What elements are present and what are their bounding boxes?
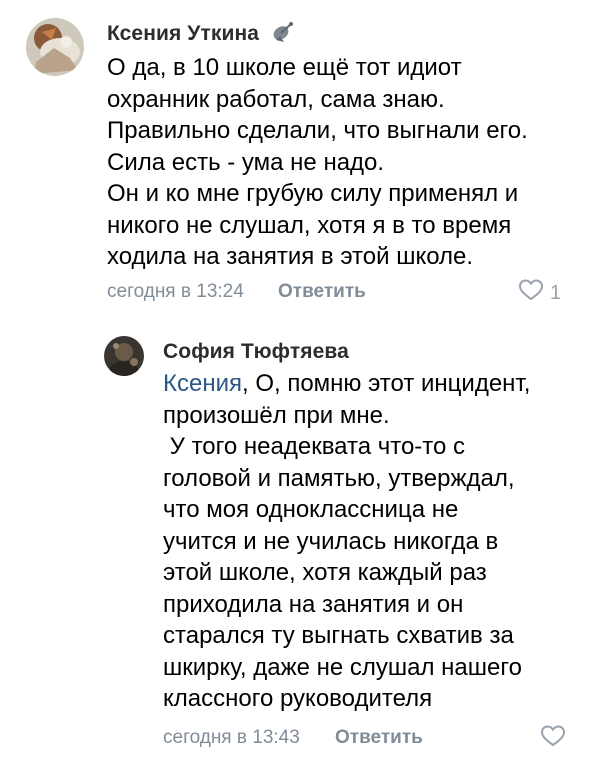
comment-line: этой школе, хотя каждый раз bbox=[163, 559, 487, 586]
comment-line: шкирку, даже не слушал нашего bbox=[163, 653, 522, 681]
comment-line: О да, в 10 школе ещё тот идиот bbox=[107, 54, 462, 81]
comment-line: что моя одноклассница не bbox=[163, 496, 459, 523]
mention-link[interactable]: Ксения bbox=[163, 370, 242, 397]
like-count: 1 bbox=[550, 281, 562, 304]
comment-line: произошёл при мне. bbox=[163, 401, 390, 429]
comment-line: приходила на занятия и он bbox=[163, 590, 464, 618]
comment-line: Сила есть - ума не надо. bbox=[107, 148, 385, 176]
comment-line: классного руководителя bbox=[163, 685, 433, 712]
heart-icon bbox=[518, 278, 544, 308]
reply-button[interactable]: Ответить bbox=[278, 281, 366, 303]
satellite-icon bbox=[270, 18, 296, 49]
comment-line: охранник работал, сама знаю. bbox=[107, 85, 445, 113]
comment-line: старался ту выгнать схватив за bbox=[163, 622, 514, 649]
comment-line: никого не слушал, хотя я в то время bbox=[107, 211, 512, 239]
comment-line-rest: , О, помню этот инцидент, bbox=[241, 370, 531, 397]
comment-1: Ксения Уткина О да, в 10 школе ещё тот и… bbox=[0, 0, 590, 310]
comment-line: Правильно сделали, что выгнали его. bbox=[107, 117, 528, 144]
avatar[interactable] bbox=[104, 336, 144, 376]
comment-line: учится и не училась никогда в bbox=[163, 527, 499, 555]
comment-line: ходила на занятия в этой школе. bbox=[107, 243, 474, 270]
comment-line: У того неадеквата что-то с bbox=[163, 433, 466, 460]
comment-text: О да, в 10 школе ещё тот идиот охранник … bbox=[107, 52, 528, 273]
comment-timestamp: сегодня в 13:24 bbox=[107, 281, 244, 302]
comment-line: Он и ко мне грубую силу применял и bbox=[107, 180, 519, 207]
comment-timestamp: сегодня в 13:43 bbox=[163, 727, 300, 748]
comment-author[interactable]: Ксения Уткина bbox=[107, 22, 259, 46]
like-button[interactable] bbox=[540, 724, 572, 754]
reply-button[interactable]: Ответить bbox=[335, 727, 423, 749]
comment-line: головой и памятью, утверждал, bbox=[163, 464, 515, 492]
avatar[interactable] bbox=[26, 18, 84, 76]
comment-text: Ксения, О, помню этот инцидент, произошё… bbox=[163, 368, 530, 715]
comment-author[interactable]: София Тюфтяева bbox=[163, 340, 349, 364]
comment-2: София Тюфтяева Ксения, О, помню этот инц… bbox=[0, 320, 590, 760]
heart-icon bbox=[540, 724, 566, 754]
comment-line: Ксения, О, помню этот инцидент, bbox=[163, 368, 530, 400]
like-button[interactable]: 1 bbox=[518, 278, 561, 308]
